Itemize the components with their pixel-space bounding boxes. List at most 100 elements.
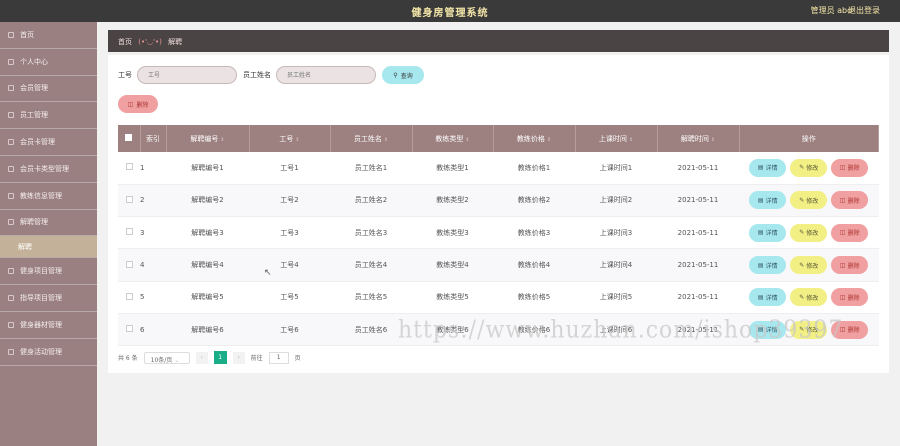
delete-button[interactable]: ◫ 删除 bbox=[831, 288, 869, 307]
watermark: https://www.huzhan.com/ishop39397 bbox=[398, 316, 844, 345]
prev-page-button[interactable]: ‹ bbox=[195, 351, 208, 364]
table-cell: 工号5 bbox=[249, 281, 330, 314]
col-employee-name[interactable]: 员工姓名 ⇕ bbox=[330, 125, 413, 152]
batch-delete-label: 删除 bbox=[136, 101, 149, 109]
dismissal-table: 索引 解聘编号 ⇕ 工号 ⇕ 员工姓名 ⇕ 教练类型 ⇕ 教练价格 ⇕ 上课时间 ⇕ 解聘时… bbox=[118, 125, 879, 347]
table-cell: 解聘编号6 bbox=[166, 313, 249, 347]
menu-icon bbox=[8, 219, 14, 226]
sort-icon[interactable]: ⇕ bbox=[220, 137, 224, 143]
sort-icon[interactable]: ⇕ bbox=[295, 137, 299, 143]
row-checkbox[interactable] bbox=[125, 195, 133, 203]
col-dismissal-no[interactable]: 解聘编号 ⇕ bbox=[166, 125, 250, 152]
top-bar: 健身房管理系统 管理员 abo 退出登录 bbox=[0, 0, 900, 22]
table-cell: 解聘编号3 bbox=[166, 216, 249, 250]
detail-button[interactable]: ▤ 详情 bbox=[749, 223, 787, 242]
row-select-cell[interactable] bbox=[118, 152, 140, 185]
col-class-time[interactable]: 上课时间 ⇕ bbox=[575, 125, 658, 152]
edit-button[interactable]: ✎ 修改 bbox=[790, 256, 828, 275]
sort-icon[interactable]: ⇕ bbox=[629, 137, 633, 143]
row-checkbox[interactable] bbox=[125, 163, 133, 171]
sidebar-item[interactable]: 会员管理 bbox=[0, 76, 97, 103]
row-select-cell[interactable] bbox=[118, 313, 140, 347]
sidebar-item[interactable]: 员工管理 bbox=[0, 102, 97, 130]
select-all-checkbox[interactable] bbox=[125, 134, 133, 141]
table-cell: 2021-05-11 bbox=[657, 152, 739, 185]
pencil-icon: ✎ bbox=[799, 293, 805, 301]
table-cell: 2021-05-11 bbox=[657, 248, 739, 282]
sidebar-item[interactable]: 首页 bbox=[0, 22, 97, 49]
edit-button[interactable]: ✎ 修改 bbox=[790, 158, 828, 177]
breadcrumb-home[interactable]: 首页 bbox=[118, 38, 132, 46]
current-page[interactable]: 1 bbox=[213, 351, 227, 364]
row-select-cell[interactable] bbox=[118, 184, 140, 218]
table-cell: 5 bbox=[140, 281, 166, 314]
goto-page-input[interactable]: 1 bbox=[268, 351, 289, 364]
sort-icon[interactable]: ⇕ bbox=[465, 137, 469, 143]
search-button[interactable]: ⚲ 查询 bbox=[382, 66, 424, 84]
delete-button[interactable]: ◫ 删除 bbox=[831, 223, 869, 242]
table-cell: 2021-05-11 bbox=[657, 216, 739, 250]
select-all-cell[interactable] bbox=[118, 125, 141, 152]
sidebar-item[interactable]: 解聘管理 bbox=[0, 210, 97, 237]
col-coach-price[interactable]: 教练价格 ⇕ bbox=[493, 125, 576, 152]
sidebar-item-label: 健身项目管理 bbox=[20, 267, 62, 276]
total-count: 共 6 条 bbox=[118, 355, 138, 362]
row-checkbox[interactable] bbox=[125, 325, 133, 333]
sidebar-item[interactable]: 会员卡管理 bbox=[0, 129, 97, 156]
sidebar-item[interactable]: 教练信息管理 bbox=[0, 183, 97, 210]
employee-name-label: 员工姓名 bbox=[243, 71, 271, 79]
detail-button[interactable]: ▤ 详情 bbox=[749, 191, 787, 210]
detail-button[interactable]: ▤ 详情 bbox=[749, 256, 787, 275]
employee-name-input[interactable] bbox=[276, 66, 376, 84]
sidebar-item-label: 指导项目管理 bbox=[20, 294, 62, 303]
sidebar: 首页个人中心会员管理 员工管理 会员卡管理 会员卡类型管理 教练信息管理 解聘管理 解聘健身… bbox=[0, 22, 97, 446]
col-actions: 操作 bbox=[739, 125, 879, 152]
sidebar-item[interactable]: 指导项目管理 bbox=[0, 285, 97, 312]
col-coach-type[interactable]: 教练类型 ⇕ bbox=[412, 125, 494, 152]
menu-icon bbox=[8, 321, 14, 328]
sort-icon[interactable]: ⇕ bbox=[547, 137, 551, 143]
row-select-cell[interactable] bbox=[118, 216, 140, 250]
table-cell: 工号6 bbox=[249, 313, 330, 347]
next-page-button[interactable]: › bbox=[232, 351, 245, 364]
table-cell: 教练类型5 bbox=[412, 281, 493, 314]
table-header-row: 索引 解聘编号 ⇕ 工号 ⇕ 员工姓名 ⇕ 教练类型 ⇕ 教练价格 ⇕ 上课时间 ⇕ 解聘时… bbox=[118, 125, 879, 152]
goto-label: 前往 bbox=[250, 355, 263, 362]
document-icon: ▤ bbox=[757, 196, 764, 204]
sidebar-item[interactable]: 会员卡类型管理 bbox=[0, 156, 97, 183]
row-checkbox[interactable] bbox=[125, 228, 133, 236]
sidebar-item[interactable]: 解聘 bbox=[0, 236, 97, 259]
row-checkbox[interactable] bbox=[125, 292, 133, 300]
sort-icon[interactable]: ⇕ bbox=[711, 137, 715, 143]
sidebar-item[interactable]: 健身活动管理 bbox=[0, 339, 97, 366]
sidebar-item[interactable]: 健身项目管理 bbox=[0, 258, 97, 286]
delete-button[interactable]: ◫ 删除 bbox=[831, 158, 869, 177]
col-employee-id[interactable]: 工号 ⇕ bbox=[249, 125, 331, 152]
batch-delete-button[interactable]: ◫ 删除 bbox=[118, 95, 158, 113]
employee-id-input[interactable] bbox=[137, 66, 237, 84]
logout-link[interactable]: 退出登录 bbox=[848, 5, 880, 16]
detail-button[interactable]: ▤ 详情 bbox=[749, 158, 787, 177]
edit-button[interactable]: ✎ 修改 bbox=[790, 288, 828, 307]
sidebar-item[interactable]: 健身器材管理 bbox=[0, 312, 97, 339]
row-select-cell[interactable] bbox=[118, 248, 140, 282]
edit-button[interactable]: ✎ 修改 bbox=[790, 223, 828, 242]
delete-button[interactable]: ◫ 删除 bbox=[831, 191, 869, 210]
document-icon: ▤ bbox=[757, 164, 764, 172]
delete-button[interactable]: ◫ 删除 bbox=[831, 256, 869, 275]
sort-icon[interactable]: ⇕ bbox=[384, 137, 388, 143]
document-icon: ▤ bbox=[757, 261, 764, 269]
row-actions: ▤ 详情 ✎ 修改 ◫ 删除 bbox=[739, 248, 879, 282]
sidebar-item[interactable]: 个人中心 bbox=[0, 49, 97, 76]
row-select-cell[interactable] bbox=[118, 281, 140, 314]
table-cell: 上课时间3 bbox=[575, 216, 657, 250]
detail-button[interactable]: ▤ 详情 bbox=[749, 288, 787, 307]
table-cell: 工号2 bbox=[249, 184, 330, 218]
edit-button[interactable]: ✎ 修改 bbox=[790, 191, 828, 210]
row-checkbox[interactable] bbox=[125, 260, 133, 268]
col-dismissal-time[interactable]: 解聘时间 ⇕ bbox=[657, 125, 740, 152]
table-row: 1 解聘编号1 工号1 员工姓名1 教练类型1 教练价格1 上课时间1 2021-05-11 ▤… bbox=[118, 152, 879, 185]
page-suffix: 页 bbox=[294, 355, 301, 362]
sidebar-item-label: 个人中心 bbox=[20, 57, 48, 66]
page-size-select[interactable]: 10条/页 ⌄ bbox=[143, 351, 190, 364]
